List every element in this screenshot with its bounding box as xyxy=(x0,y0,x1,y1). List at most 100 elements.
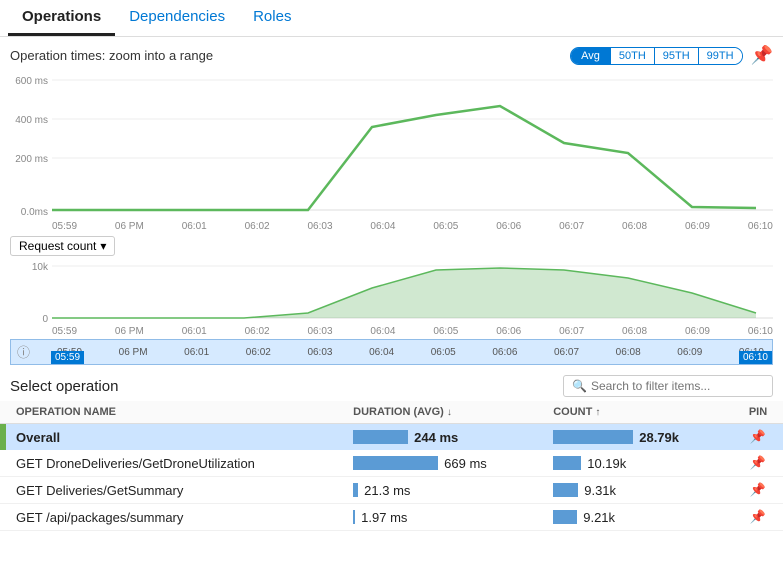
range-xl-4: 06:03 xyxy=(307,347,332,358)
svg-text:200 ms: 200 ms xyxy=(15,154,48,165)
row-pin[interactable]: 📌 xyxy=(733,477,783,504)
rx-2: 06:01 xyxy=(182,326,207,337)
row-pin[interactable]: 📌 xyxy=(733,504,783,531)
count-label: COUNT xyxy=(553,406,592,418)
duration-bar xyxy=(353,483,358,497)
rx-5: 06:04 xyxy=(370,326,395,337)
svg-text:0: 0 xyxy=(42,314,48,325)
count-value: 9.31k xyxy=(584,483,616,498)
count-sort-icon: ↑ xyxy=(595,407,600,418)
operations-table: OPERATION NAME DURATION (AVG) ↓ COUNT ↑ … xyxy=(0,401,783,531)
main-chart: 600 ms 400 ms 200 ms 0.0ms xyxy=(0,70,783,225)
p50-button[interactable]: 50TH xyxy=(610,48,654,64)
search-input[interactable] xyxy=(591,379,764,393)
rx-6: 06:05 xyxy=(433,326,458,337)
duration-sort-icon: ↓ xyxy=(447,407,452,418)
chevron-down-icon: ▾ xyxy=(100,239,106,253)
request-count-chart: 10k 0 xyxy=(10,258,773,326)
range-xl-9: 06:08 xyxy=(616,347,641,358)
table-row[interactable]: GET Deliveries/GetSummary 21.3 ms 9.31k … xyxy=(0,477,783,504)
request-count-svg: 10k 0 xyxy=(10,258,773,326)
rx-11: 06:10 xyxy=(748,326,773,337)
duration-bar xyxy=(353,456,438,470)
help-icon: ⓘ xyxy=(17,346,30,359)
row-pin[interactable]: 📌 xyxy=(733,450,783,477)
row-duration: 244 ms xyxy=(343,424,543,451)
p99-button[interactable]: 99TH xyxy=(698,48,742,64)
table-row[interactable]: Overall 244 ms 28.79k 📌 xyxy=(0,424,783,451)
range-start-badge: 05:59 xyxy=(51,351,84,364)
row-count: 9.21k xyxy=(543,504,733,531)
range-xl-10: 06:09 xyxy=(677,347,702,358)
req-x-axis: 05:59 06 PM 06:01 06:02 06:03 06:04 06:0… xyxy=(0,326,783,337)
tab-dependencies[interactable]: Dependencies xyxy=(115,0,239,36)
range-xl-7: 06:06 xyxy=(492,347,517,358)
table-row[interactable]: GET DroneDeliveries/GetDroneUtilization … xyxy=(0,450,783,477)
table-header-row: OPERATION NAME DURATION (AVG) ↓ COUNT ↑ … xyxy=(0,401,783,424)
rx-4: 06:03 xyxy=(308,326,333,337)
col-duration[interactable]: DURATION (AVG) ↓ xyxy=(343,401,543,424)
col-count[interactable]: COUNT ↑ xyxy=(543,401,733,424)
rx-8: 06:07 xyxy=(559,326,584,337)
main-chart-svg: 600 ms 400 ms 200 ms 0.0ms xyxy=(10,70,773,225)
col-pin: PIN xyxy=(733,401,783,424)
svg-text:600 ms: 600 ms xyxy=(15,76,48,87)
request-count-dropdown[interactable]: Request count ▾ xyxy=(10,236,115,256)
duration-value: 669 ms xyxy=(444,456,487,471)
count-bar xyxy=(553,510,577,524)
count-value: 9.21k xyxy=(583,510,615,525)
rx-7: 06:06 xyxy=(496,326,521,337)
tab-operations[interactable]: Operations xyxy=(8,0,115,36)
row-duration: 669 ms xyxy=(343,450,543,477)
rx-10: 06:09 xyxy=(685,326,710,337)
row-name: GET DroneDeliveries/GetDroneUtilization xyxy=(6,450,343,477)
svg-text:10k: 10k xyxy=(32,262,49,273)
request-count-area xyxy=(52,268,756,318)
row-name: GET /api/packages/summary xyxy=(6,504,343,531)
pin-icon[interactable]: 📌 xyxy=(751,45,773,66)
avg-button[interactable]: Avg xyxy=(571,48,610,64)
request-count-label: Request count xyxy=(19,239,96,253)
duration-bar xyxy=(353,510,355,524)
search-box[interactable]: 🔍 xyxy=(563,375,773,397)
rx-9: 06:08 xyxy=(622,326,647,337)
row-name: Overall xyxy=(6,424,343,451)
tab-roles[interactable]: Roles xyxy=(239,0,305,36)
range-selector[interactable]: ⓘ 05:59 06 PM 06:01 06:02 06:03 06:04 06… xyxy=(10,339,773,365)
request-count-section: Request count ▾ 10k 0 xyxy=(0,232,783,326)
range-xl-2: 06:01 xyxy=(184,347,209,358)
col-operation-name: OPERATION NAME xyxy=(6,401,343,424)
rx-0: 05:59 xyxy=(52,326,77,337)
range-xl-6: 06:05 xyxy=(431,347,456,358)
rx-3: 06:02 xyxy=(245,326,270,337)
count-bar xyxy=(553,430,633,444)
duration-value: 244 ms xyxy=(414,430,458,445)
row-count: 9.31k xyxy=(543,477,733,504)
range-xl-1: 06 PM xyxy=(119,347,148,358)
duration-value: 1.97 ms xyxy=(361,510,407,525)
range-xl-5: 06:04 xyxy=(369,347,394,358)
row-duration: 1.97 ms xyxy=(343,504,543,531)
range-end-badge: 06:10 xyxy=(739,351,772,364)
row-pin[interactable]: 📌 xyxy=(733,424,783,451)
range-x-labels: 05:59 06 PM 06:01 06:02 06:03 06:04 06:0… xyxy=(11,347,772,358)
duration-bar xyxy=(353,430,408,444)
duration-label: DURATION (AVG) xyxy=(353,406,444,418)
svg-text:400 ms: 400 ms xyxy=(15,115,48,126)
range-xl-3: 06:02 xyxy=(246,347,271,358)
count-value: 10.19k xyxy=(587,456,626,471)
row-duration: 21.3 ms xyxy=(343,477,543,504)
table-row[interactable]: GET /api/packages/summary 1.97 ms 9.21k … xyxy=(0,504,783,531)
select-operation-title: Select operation xyxy=(10,378,118,395)
chart-title: Operation times: zoom into a range xyxy=(10,48,213,63)
tabs-container: Operations Dependencies Roles xyxy=(0,0,783,37)
chart-header: Operation times: zoom into a range Avg 5… xyxy=(0,37,783,70)
row-count: 10.19k xyxy=(543,450,733,477)
count-bar xyxy=(553,483,578,497)
duration-value: 21.3 ms xyxy=(364,483,410,498)
p95-button[interactable]: 95TH xyxy=(654,48,698,64)
row-count: 28.79k xyxy=(543,424,733,451)
row-name: GET Deliveries/GetSummary xyxy=(6,477,343,504)
rx-1: 06 PM xyxy=(115,326,144,337)
select-operation-header: Select operation 🔍 xyxy=(0,365,783,401)
